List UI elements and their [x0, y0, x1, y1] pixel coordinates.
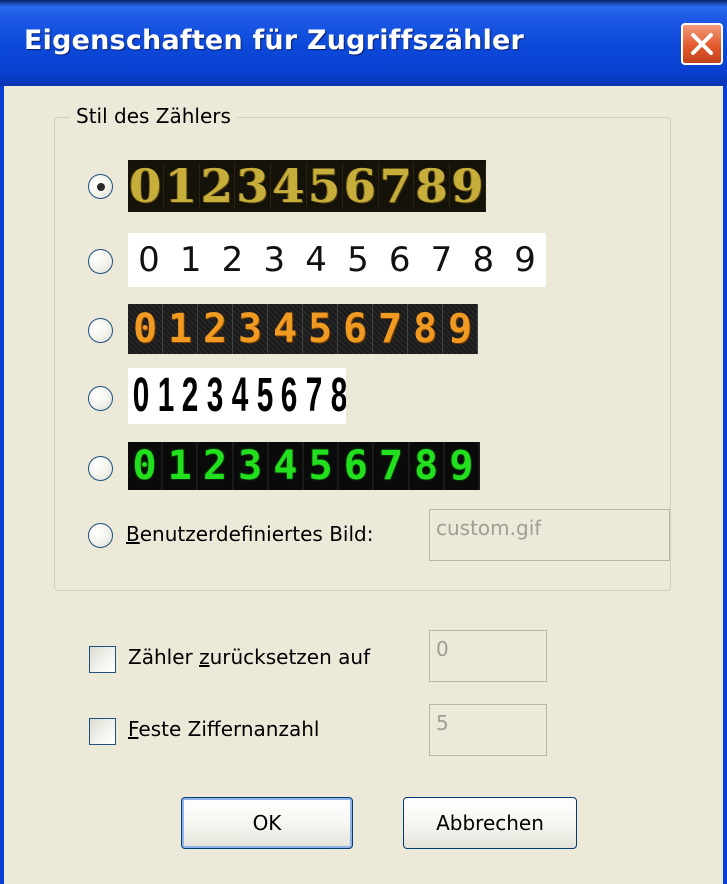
digit-8: 8 [414, 163, 451, 209]
digit-3: 3 [235, 163, 272, 209]
digit-strip-handwritten[interactable]: 0123456789 [128, 233, 546, 287]
digit-strip-orange[interactable]: 0123456789 [128, 304, 478, 354]
digit-3: 3 [233, 442, 269, 490]
style-radio-handwritten[interactable] [88, 249, 113, 274]
digit-7: 7 [305, 369, 323, 422]
digit-0: 0 [128, 304, 163, 354]
digit-3: 3 [263, 240, 286, 280]
fixed-digits-label[interactable]: Feste Ziffernanzahl [128, 717, 319, 741]
digit-2: 2 [198, 304, 233, 354]
dialog-title: Eigenschaften für Zugriffszähler [24, 25, 525, 56]
digit-1: 1 [179, 240, 202, 280]
digit-7: 7 [379, 163, 415, 209]
digit-4: 4 [268, 304, 303, 354]
style-radio-custom[interactable] [88, 523, 113, 548]
digit-5: 5 [304, 442, 340, 490]
digit-strip-gold[interactable]: 0123456789 [128, 160, 486, 212]
digit-1: 1 [157, 369, 174, 422]
digit-3: 3 [206, 369, 224, 422]
digit-strip-bold-black[interactable]: 0123456789 [128, 368, 346, 424]
digit-4: 4 [268, 442, 305, 490]
digit-1: 1 [163, 304, 198, 354]
digit-5: 5 [307, 163, 343, 209]
digit-strip-lcd[interactable]: 0123456789 [128, 442, 480, 490]
reset-counter-label-pre: Zähler [128, 645, 200, 669]
digit-1: 1 [164, 163, 200, 209]
digit-9: 9 [514, 240, 536, 280]
digit-2: 2 [182, 369, 199, 422]
cancel-button[interactable]: Abbrechen [403, 797, 577, 849]
style-radio-lcd[interactable] [88, 456, 113, 481]
digit-0: 0 [128, 442, 164, 490]
digit-9: 9 [450, 163, 486, 209]
reset-counter-label-post: urücksetzen auf [209, 645, 371, 669]
digit-1: 1 [163, 442, 199, 490]
digit-8: 8 [330, 369, 346, 422]
style-radio-bold-black[interactable] [88, 386, 113, 411]
fixed-digits-label-accel: F [128, 717, 139, 741]
style-radio-orange[interactable] [88, 318, 113, 343]
digit-7: 7 [374, 442, 410, 490]
digit-2: 2 [198, 442, 234, 490]
digit-2: 2 [221, 240, 244, 280]
digit-5: 5 [347, 240, 369, 280]
digit-6: 6 [343, 163, 379, 209]
digit-0: 0 [128, 163, 164, 209]
digit-3: 3 [233, 304, 268, 354]
digit-7: 7 [373, 304, 408, 354]
fixed-digits-checkbox[interactable] [89, 718, 116, 745]
style-radio-gold[interactable] [88, 174, 113, 199]
title-bar[interactable]: Eigenschaften für Zugriffszähler [0, 0, 727, 86]
digit-6: 6 [280, 369, 298, 422]
digit-8: 8 [409, 442, 445, 490]
digit-2: 2 [200, 163, 236, 209]
digit-4: 4 [305, 240, 327, 280]
ok-button[interactable]: OK [181, 797, 353, 849]
close-x-icon [691, 33, 713, 55]
digit-8: 8 [408, 304, 443, 354]
fixed-digits-label-post: este Ziffernanzahl [138, 717, 320, 741]
close-button[interactable] [681, 23, 723, 65]
digit-5: 5 [256, 369, 273, 422]
custom-image-label[interactable]: Benutzerdefiniertes Bild: [126, 522, 373, 546]
reset-counter-value-input[interactable]: 0 [429, 630, 547, 682]
custom-image-label-accel: B [126, 522, 140, 546]
digit-6: 6 [388, 240, 411, 280]
custom-image-label-text: enutzerdefiniertes Bild: [139, 522, 374, 546]
reset-counter-label-accel: z [199, 645, 210, 669]
radio-selected-dot [97, 183, 105, 191]
fixed-digits-value-input[interactable]: 5 [429, 704, 547, 756]
custom-image-input[interactable]: custom.gif [429, 509, 670, 561]
digit-6: 6 [338, 304, 373, 354]
digit-4: 4 [231, 369, 249, 422]
digit-0: 0 [132, 369, 150, 422]
digit-8: 8 [472, 240, 495, 280]
dialog-window: Eigenschaften für Zugriffszähler Stil de… [0, 0, 727, 884]
reset-counter-checkbox[interactable] [89, 646, 116, 673]
digit-7: 7 [430, 240, 453, 280]
digit-4: 4 [271, 163, 307, 209]
digit-9: 9 [443, 304, 478, 354]
reset-counter-label[interactable]: Zähler zurücksetzen auf [128, 645, 370, 669]
digit-9: 9 [444, 442, 480, 490]
digit-6: 6 [339, 442, 375, 490]
digit-5: 5 [303, 304, 338, 354]
counter-style-group-label: Stil des Zählers [70, 104, 237, 128]
digit-0: 0 [138, 240, 160, 280]
